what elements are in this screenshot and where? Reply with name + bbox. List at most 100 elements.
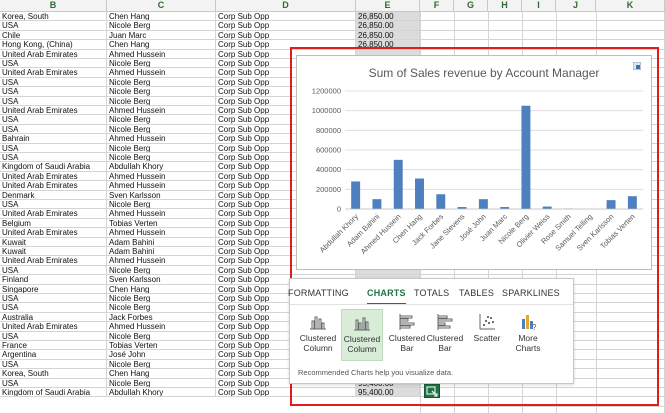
- cell[interactable]: Chen Hang: [107, 12, 216, 22]
- cell[interactable]: Ahmed Hussein: [107, 322, 216, 332]
- cell[interactable]: 26,850.00: [356, 30, 420, 41]
- cell[interactable]: Abdullah Khory: [107, 162, 216, 172]
- tab-formatting[interactable]: FORMATTING: [288, 288, 349, 298]
- cell[interactable]: Nicole Berg: [107, 115, 216, 125]
- cell[interactable]: Adam Bahini: [107, 237, 216, 247]
- scatter-option[interactable]: Scatter: [466, 309, 508, 361]
- cell[interactable]: Nicole Berg: [107, 143, 216, 153]
- tab-totals[interactable]: TOTALS: [414, 288, 449, 298]
- cell[interactable]: Chile: [0, 30, 107, 41]
- cell[interactable]: United Arab Emirates: [0, 181, 107, 191]
- column-header-d[interactable]: D: [216, 0, 356, 11]
- cell[interactable]: USA: [0, 59, 107, 69]
- cell[interactable]: Kuwait: [0, 237, 107, 247]
- cell[interactable]: Australia: [0, 312, 107, 323]
- cell[interactable]: Belgium: [0, 218, 107, 229]
- cell[interactable]: Nicole Berg: [107, 21, 216, 31]
- column-header-j[interactable]: J: [556, 0, 596, 11]
- cell[interactable]: Ahmed Hussein: [107, 228, 216, 238]
- cell[interactable]: Ahmed Hussein: [107, 106, 216, 116]
- cell[interactable]: USA: [0, 378, 107, 388]
- cell[interactable]: Nicole Berg: [107, 87, 216, 97]
- cell[interactable]: Corp Sub Opp: [216, 21, 356, 31]
- cell[interactable]: USA: [0, 359, 107, 370]
- cell[interactable]: Kuwait: [0, 247, 107, 257]
- cell[interactable]: Singapore: [0, 284, 107, 294]
- cell[interactable]: 26,850.00: [356, 21, 420, 31]
- column-header-f[interactable]: F: [420, 0, 454, 11]
- cell[interactable]: Ahmed Hussein: [107, 68, 216, 78]
- cell[interactable]: Nicole Berg: [107, 331, 216, 341]
- cell[interactable]: United Arab Emirates: [0, 209, 107, 219]
- cell[interactable]: Korea, South: [0, 12, 107, 22]
- cell[interactable]: United Arab Emirates: [0, 228, 107, 238]
- cell[interactable]: 26,850.00: [356, 12, 420, 22]
- column-header-i[interactable]: I: [522, 0, 556, 11]
- cell[interactable]: Tobias Verten: [107, 341, 216, 351]
- cell[interactable]: Korea, South: [0, 369, 107, 379]
- cell[interactable]: Ahmed Hussein: [107, 49, 216, 59]
- cell[interactable]: USA: [0, 21, 107, 31]
- cell[interactable]: Nicole Berg: [107, 124, 216, 135]
- cell[interactable]: Finland: [0, 275, 107, 285]
- cell[interactable]: France: [0, 341, 107, 351]
- cell[interactable]: United Arab Emirates: [0, 106, 107, 116]
- cell[interactable]: José John: [107, 350, 216, 360]
- cell[interactable]: Nicole Berg: [107, 96, 216, 106]
- cell[interactable]: Tobias Verten: [107, 218, 216, 229]
- cell[interactable]: USA: [0, 143, 107, 153]
- column-header-e[interactable]: E: [356, 0, 420, 11]
- cell[interactable]: United Arab Emirates: [0, 49, 107, 59]
- cell[interactable]: Nicole Berg: [107, 153, 216, 163]
- column-header-c[interactable]: C: [107, 0, 216, 11]
- cell[interactable]: Chen Hang: [107, 40, 216, 50]
- tab-sparklines[interactable]: SPARKLINES: [502, 288, 560, 298]
- cell[interactable]: Nicole Berg: [107, 200, 216, 210]
- tab-tables[interactable]: TABLES: [459, 288, 494, 298]
- cell[interactable]: USA: [0, 124, 107, 135]
- cell[interactable]: Sven Karlsson: [107, 275, 216, 285]
- cell[interactable]: United Arab Emirates: [0, 256, 107, 266]
- cell[interactable]: Nicole Berg: [107, 303, 216, 313]
- cell[interactable]: Bahrain: [0, 134, 107, 144]
- cell[interactable]: Chen Hang: [107, 369, 216, 379]
- cell[interactable]: Corp Sub Opp: [216, 12, 356, 22]
- clustered-bar-option[interactable]: Clustered Bar: [386, 309, 428, 361]
- cell[interactable]: Abdullah Khory: [107, 388, 216, 398]
- clustered-bar-option-2[interactable]: Clustered Bar: [424, 309, 466, 361]
- cell[interactable]: Kingdom of Saudi Arabia: [0, 162, 107, 172]
- cell[interactable]: Jack Forbes: [107, 312, 216, 323]
- cell[interactable]: Corp Sub Opp: [216, 30, 356, 41]
- clustered-column-option-selected[interactable]: Clustered Column: [341, 309, 383, 361]
- cell[interactable]: USA: [0, 303, 107, 313]
- cell[interactable]: Adam Bahini: [107, 247, 216, 257]
- cell[interactable]: USA: [0, 294, 107, 304]
- cell[interactable]: Nicole Berg: [107, 378, 216, 388]
- cell[interactable]: USA: [0, 96, 107, 106]
- cell[interactable]: Ahmed Hussein: [107, 209, 216, 219]
- cell[interactable]: USA: [0, 77, 107, 88]
- cell[interactable]: Ahmed Hussein: [107, 171, 216, 182]
- clustered-column-option[interactable]: Clustered Column: [297, 309, 339, 361]
- cell[interactable]: USA: [0, 87, 107, 97]
- column-header-g[interactable]: G: [454, 0, 488, 11]
- cell[interactable]: Nicole Berg: [107, 294, 216, 304]
- cell[interactable]: Ahmed Hussein: [107, 181, 216, 191]
- column-header-k[interactable]: K: [596, 0, 665, 11]
- cell[interactable]: Denmark: [0, 190, 107, 200]
- cell[interactable]: Nicole Berg: [107, 359, 216, 370]
- cell[interactable]: USA: [0, 153, 107, 163]
- cell[interactable]: Ahmed Hussein: [107, 134, 216, 144]
- cell[interactable]: USA: [0, 115, 107, 125]
- cell[interactable]: USA: [0, 265, 107, 276]
- cell[interactable]: Chen Hang: [107, 284, 216, 294]
- cell[interactable]: United Arab Emirates: [0, 171, 107, 182]
- cell[interactable]: Argentina: [0, 350, 107, 360]
- cell[interactable]: Hong Kong, (China): [0, 40, 107, 50]
- quick-analysis-button[interactable]: [424, 384, 440, 398]
- cell[interactable]: Juan Marc: [107, 30, 216, 41]
- column-header-h[interactable]: H: [488, 0, 522, 11]
- cell[interactable]: Kingdom of Saudi Arabia: [0, 388, 107, 398]
- cell[interactable]: Ahmed Hussein: [107, 256, 216, 266]
- cell[interactable]: United Arab Emirates: [0, 68, 107, 78]
